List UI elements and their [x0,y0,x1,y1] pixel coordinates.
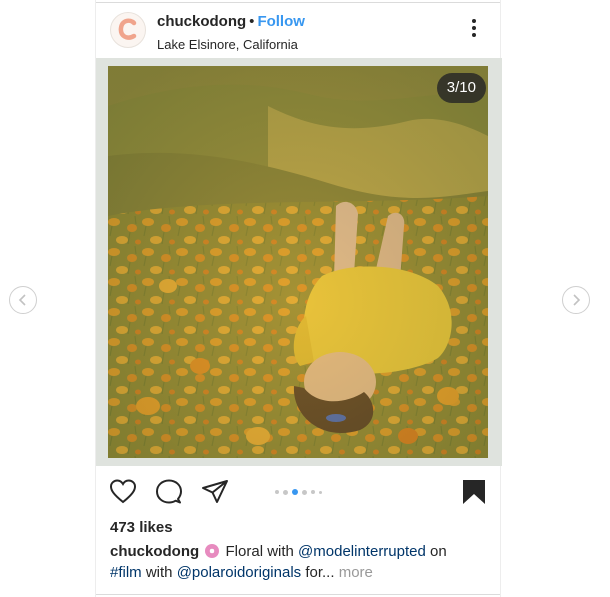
avatar[interactable] [110,12,146,48]
mention-link[interactable]: @polaroidoriginals [177,564,301,581]
carousel-dot [283,489,288,495]
comment-icon [156,479,182,504]
post-media[interactable]: 3/10 [96,58,502,466]
comment-button[interactable] [155,478,183,506]
bookmark-icon [463,480,485,504]
share-button[interactable] [201,478,229,506]
save-button[interactable] [460,478,488,506]
hashtag-link[interactable]: #film [110,564,142,581]
caption-text: with [141,564,177,581]
heart-icon [109,479,137,504]
caption: chuckodong Floral with @modelinterrupted… [110,541,490,583]
mention-link[interactable]: @modelinterrupted [298,543,426,560]
carousel-dot-active [292,489,298,495]
carousel-dot [319,490,322,494]
carousel-dot [311,490,315,494]
more-link[interactable]: more [335,564,373,581]
slide-counter: 3/10 [436,73,486,103]
location-link[interactable]: Lake Elsinore, California [157,37,298,52]
more-options-icon[interactable] [464,17,484,39]
username-link[interactable]: chuckodong [157,13,246,30]
likes-count[interactable]: 473 likes [110,519,173,536]
chevron-left-icon [18,294,26,306]
follow-button[interactable]: Follow [257,13,305,30]
caption-ellipsis: ... [322,564,335,581]
like-button[interactable] [109,478,137,506]
carousel-dot [275,490,279,494]
flower-emoji-icon [205,544,220,558]
carousel-dot [302,489,307,495]
previous-post-arrow[interactable] [9,286,37,314]
caption-text: for [301,564,323,581]
next-post-arrow[interactable] [562,286,590,314]
header-line: chuckodong • Follow [157,13,305,30]
separator-dot: • [249,13,255,30]
field-photo-image [108,66,488,458]
chevron-right-icon [573,294,581,306]
avatar-logo-icon [118,18,137,40]
carousel-indicator [275,488,322,496]
caption-text: on [425,543,447,560]
share-icon [202,480,228,503]
caption-username[interactable]: chuckodong [110,543,199,560]
post-card: chuckodong • Follow Lake Elsinore, Califor… [95,0,502,597]
caption-text: Floral with [225,543,299,560]
post-photo [108,66,488,458]
